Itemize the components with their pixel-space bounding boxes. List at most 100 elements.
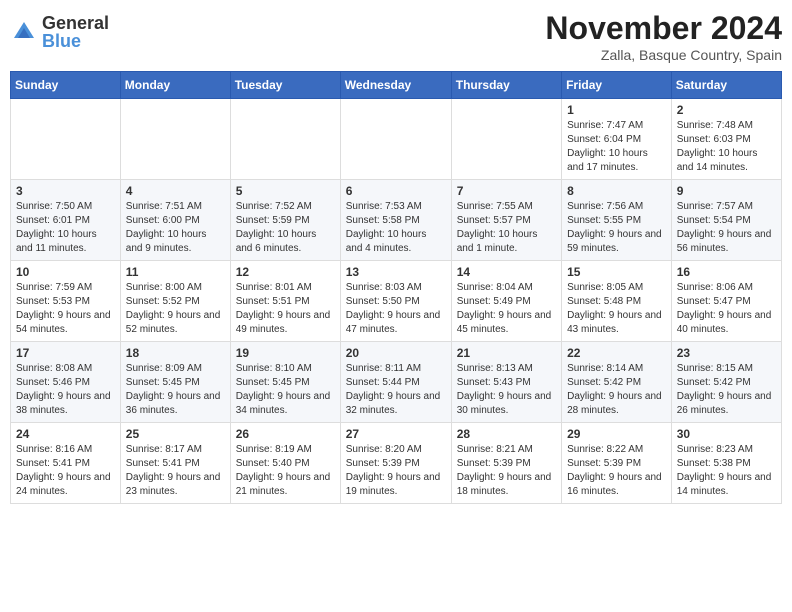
calendar-cell: 7 Sunrise: 7:55 AM Sunset: 5:57 PM Daylig…	[451, 180, 561, 261]
weekday-header: Tuesday	[230, 72, 340, 99]
day-number: 2	[677, 103, 776, 117]
calendar-body: 1Sunrise: 7:47 AM Sunset: 6:04 PM Daylig…	[11, 99, 782, 504]
calendar-cell: 13Sunrise: 8:03 AM Sunset: 5:50 PM Dayli…	[340, 261, 451, 342]
day-info: Sunrise: 8:05 AM Sunset: 5:48 PM Dayligh…	[567, 281, 666, 337]
month-title: November 2024	[545, 10, 782, 47]
weekday-header: Sunday	[11, 72, 121, 99]
day-info: Sunrise: 8:21 AM Sunset: 5:39 PM Dayligh…	[457, 443, 556, 499]
day-info: Sunrise: 7:47 AM Sunset: 6:04 PM Dayligh…	[567, 119, 666, 175]
day-info: Sunrise: 7:50 AM Sunset: 6:01 PM Dayligh…	[16, 200, 115, 256]
day-number: 23	[677, 346, 776, 360]
day-number: 18	[126, 346, 225, 360]
weekday-header: Saturday	[671, 72, 781, 99]
day-number: 19	[236, 346, 335, 360]
calendar-cell: 21 Sunrise: 8:13 AM Sunset: 5:43 PM Dayli…	[451, 342, 561, 423]
calendar-cell: 11 Sunrise: 8:00 AM Sunset: 5:52 PM Dayli…	[120, 261, 230, 342]
page-header: General Blue November 2024 Zalla, Basque…	[10, 10, 782, 63]
day-info: Sunrise: 8:04 AM Sunset: 5:49 PM Dayligh…	[457, 281, 556, 337]
weekday-header-row: SundayMondayTuesdayWednesdayThursdayFrid…	[11, 72, 782, 99]
calendar-cell	[230, 99, 340, 180]
calendar-cell: 8Sunrise: 7:56 AM Sunset: 5:55 PM Daylig…	[562, 180, 672, 261]
day-info: Sunrise: 8:06 AM Sunset: 5:47 PM Dayligh…	[677, 281, 776, 337]
day-number: 8	[567, 184, 666, 198]
day-number: 26	[236, 427, 335, 441]
calendar-cell: 15 Sunrise: 8:05 AM Sunset: 5:48 PM Dayli…	[562, 261, 672, 342]
calendar-cell: 19Sunrise: 8:10 AM Sunset: 5:45 PM Dayli…	[230, 342, 340, 423]
day-number: 11	[126, 265, 225, 279]
calendar-cell: 9 Sunrise: 7:57 AM Sunset: 5:54 PM Daylig…	[671, 180, 781, 261]
day-number: 3	[16, 184, 115, 198]
calendar-cell: 12 Sunrise: 8:01 AM Sunset: 5:51 PM Dayli…	[230, 261, 340, 342]
calendar-cell: 18 Sunrise: 8:09 AM Sunset: 5:45 PM Dayli…	[120, 342, 230, 423]
day-info: Sunrise: 8:01 AM Sunset: 5:51 PM Dayligh…	[236, 281, 335, 337]
logo: General Blue	[10, 14, 109, 50]
calendar-cell	[11, 99, 121, 180]
day-info: Sunrise: 8:14 AM Sunset: 5:42 PM Dayligh…	[567, 362, 666, 418]
weekday-header: Monday	[120, 72, 230, 99]
weekday-header: Friday	[562, 72, 672, 99]
day-info: Sunrise: 8:22 AM Sunset: 5:39 PM Dayligh…	[567, 443, 666, 499]
calendar-week-row: 10Sunrise: 7:59 AM Sunset: 5:53 PM Dayli…	[11, 261, 782, 342]
day-info: Sunrise: 8:13 AM Sunset: 5:43 PM Dayligh…	[457, 362, 556, 418]
calendar-cell: 22 Sunrise: 8:14 AM Sunset: 5:42 PM Dayli…	[562, 342, 672, 423]
day-number: 9	[677, 184, 776, 198]
day-info: Sunrise: 8:09 AM Sunset: 5:45 PM Dayligh…	[126, 362, 225, 418]
calendar-cell: 29 Sunrise: 8:22 AM Sunset: 5:39 PM Dayli…	[562, 423, 672, 504]
day-number: 24	[16, 427, 115, 441]
day-number: 4	[126, 184, 225, 198]
calendar-cell: 30Sunrise: 8:23 AM Sunset: 5:38 PM Dayli…	[671, 423, 781, 504]
day-number: 20	[346, 346, 446, 360]
title-section: November 2024 Zalla, Basque Country, Spa…	[545, 10, 782, 63]
location: Zalla, Basque Country, Spain	[545, 47, 782, 63]
calendar-cell: 23 Sunrise: 8:15 AM Sunset: 5:42 PM Dayli…	[671, 342, 781, 423]
day-number: 22	[567, 346, 666, 360]
day-info: Sunrise: 7:53 AM Sunset: 5:58 PM Dayligh…	[346, 200, 446, 256]
calendar-cell: 25Sunrise: 8:17 AM Sunset: 5:41 PM Dayli…	[120, 423, 230, 504]
day-info: Sunrise: 8:00 AM Sunset: 5:52 PM Dayligh…	[126, 281, 225, 337]
day-number: 10	[16, 265, 115, 279]
calendar-cell: 16 Sunrise: 8:06 AM Sunset: 5:47 PM Dayli…	[671, 261, 781, 342]
day-info: Sunrise: 7:57 AM Sunset: 5:54 PM Dayligh…	[677, 200, 776, 256]
calendar-cell: 17Sunrise: 8:08 AM Sunset: 5:46 PM Dayli…	[11, 342, 121, 423]
day-info: Sunrise: 8:16 AM Sunset: 5:41 PM Dayligh…	[16, 443, 115, 499]
logo-text: General Blue	[42, 14, 109, 50]
day-number: 6	[346, 184, 446, 198]
day-number: 29	[567, 427, 666, 441]
day-info: Sunrise: 8:15 AM Sunset: 5:42 PM Dayligh…	[677, 362, 776, 418]
day-number: 16	[677, 265, 776, 279]
weekday-header: Wednesday	[340, 72, 451, 99]
day-number: 30	[677, 427, 776, 441]
day-info: Sunrise: 8:08 AM Sunset: 5:46 PM Dayligh…	[16, 362, 115, 418]
calendar-cell: 6 Sunrise: 7:53 AM Sunset: 5:58 PM Daylig…	[340, 180, 451, 261]
day-number: 14	[457, 265, 556, 279]
day-number: 5	[236, 184, 335, 198]
calendar-cell: 28Sunrise: 8:21 AM Sunset: 5:39 PM Dayli…	[451, 423, 561, 504]
calendar-cell: 3 Sunrise: 7:50 AM Sunset: 6:01 PM Daylig…	[11, 180, 121, 261]
day-number: 13	[346, 265, 446, 279]
calendar-cell: 5 Sunrise: 7:52 AM Sunset: 5:59 PM Daylig…	[230, 180, 340, 261]
calendar-cell: 14 Sunrise: 8:04 AM Sunset: 5:49 PM Dayli…	[451, 261, 561, 342]
calendar-cell	[340, 99, 451, 180]
calendar-cell: 2Sunrise: 7:48 AM Sunset: 6:03 PM Daylig…	[671, 99, 781, 180]
logo-blue: Blue	[42, 32, 109, 50]
day-number: 12	[236, 265, 335, 279]
day-info: Sunrise: 7:55 AM Sunset: 5:57 PM Dayligh…	[457, 200, 556, 256]
day-info: Sunrise: 8:11 AM Sunset: 5:44 PM Dayligh…	[346, 362, 446, 418]
day-number: 21	[457, 346, 556, 360]
logo-icon	[10, 18, 38, 46]
calendar-cell	[120, 99, 230, 180]
logo-general: General	[42, 14, 109, 32]
calendar-week-row: 24 Sunrise: 8:16 AM Sunset: 5:41 PM Dayli…	[11, 423, 782, 504]
day-info: Sunrise: 8:19 AM Sunset: 5:40 PM Dayligh…	[236, 443, 335, 499]
calendar-week-row: 17Sunrise: 8:08 AM Sunset: 5:46 PM Dayli…	[11, 342, 782, 423]
day-number: 15	[567, 265, 666, 279]
calendar-week-row: 3 Sunrise: 7:50 AM Sunset: 6:01 PM Daylig…	[11, 180, 782, 261]
calendar-cell	[451, 99, 561, 180]
calendar-cell: 1Sunrise: 7:47 AM Sunset: 6:04 PM Daylig…	[562, 99, 672, 180]
calendar-week-row: 1Sunrise: 7:47 AM Sunset: 6:04 PM Daylig…	[11, 99, 782, 180]
day-info: Sunrise: 7:52 AM Sunset: 5:59 PM Dayligh…	[236, 200, 335, 256]
calendar-cell: 20 Sunrise: 8:11 AM Sunset: 5:44 PM Dayli…	[340, 342, 451, 423]
calendar: SundayMondayTuesdayWednesdayThursdayFrid…	[10, 71, 782, 504]
day-number: 7	[457, 184, 556, 198]
weekday-header: Thursday	[451, 72, 561, 99]
